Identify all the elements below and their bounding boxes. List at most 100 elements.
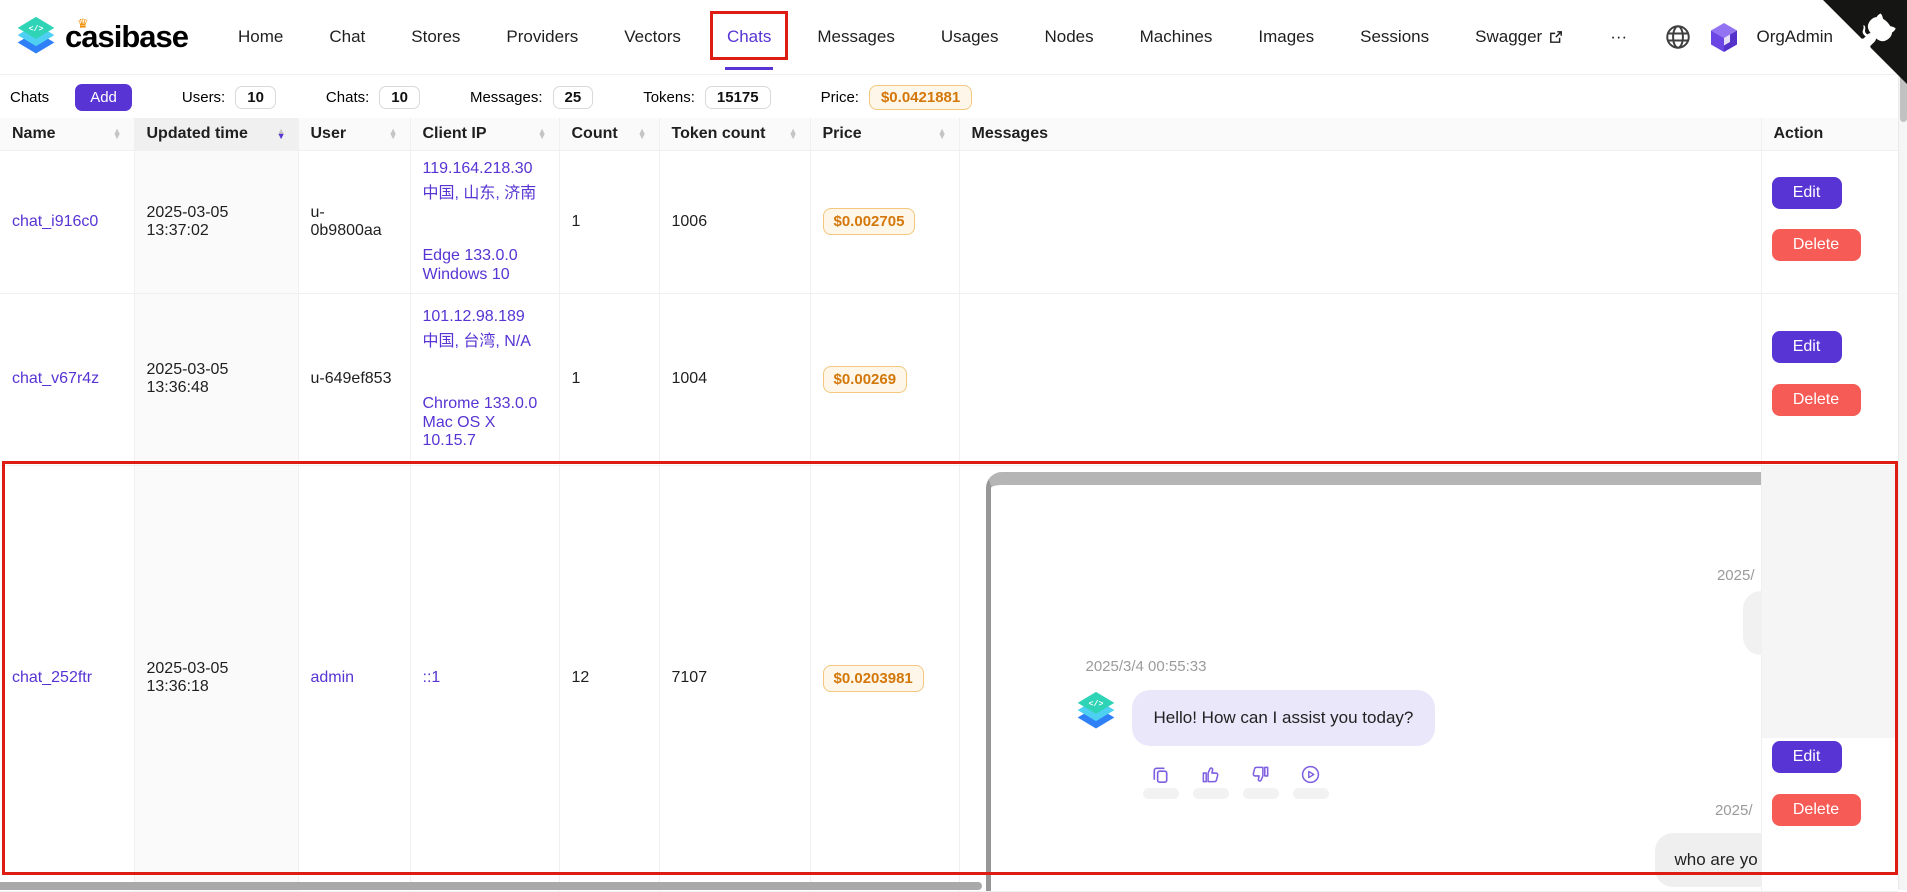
ip-location-link[interactable]: 中国, 台湾, N/A (423, 327, 547, 351)
column-header-token-count[interactable]: Token count▲▼ (659, 118, 810, 150)
stat-users-value: 10 (235, 86, 276, 109)
sort-icons[interactable]: ▲▼ (113, 129, 122, 139)
nav-menu: Home Chat Stores Providers Vectors Chats… (238, 27, 1627, 47)
ai-message-timestamp: 2025/3/4 00:55:33 (1086, 658, 1207, 675)
edit-button[interactable]: Edit (1772, 741, 1842, 773)
nav-item-sessions[interactable]: Sessions (1360, 27, 1429, 47)
delete-button[interactable]: Delete (1772, 229, 1861, 261)
edit-button[interactable]: Edit (1772, 177, 1842, 209)
stat-messages: Messages: 25 (470, 86, 593, 109)
column-header-count[interactable]: Count▲▼ (559, 118, 659, 150)
action-cell: Edit Delete (1761, 465, 1898, 891)
nav-item-providers[interactable]: Providers (506, 27, 578, 47)
edit-button[interactable]: Edit (1772, 331, 1842, 363)
browser-link[interactable]: Edge 133.0.0 (423, 247, 547, 265)
chat-timestamp-cropped: 2025/ (1715, 802, 1753, 819)
sort-icons[interactable]: ▲▼ (638, 129, 647, 139)
ip-location-link[interactable]: 中国, 山东, 济南 (423, 179, 547, 203)
table-row: chat_v67r4z 2025-03-05 13:36:48 u-649ef8… (0, 293, 1898, 465)
stat-users-label: Users: (182, 89, 225, 106)
ip-link[interactable]: ::1 (423, 669, 547, 687)
message-actions (1148, 764, 1324, 799)
nav-item-images[interactable]: Images (1258, 27, 1314, 47)
count-cell: 1 (559, 150, 659, 293)
client-ip-cell: 101.12.98.189 中国, 台湾, N/A Chrome 133.0.0… (410, 293, 559, 465)
ai-message-bubble: Hello! How can I assist you today? (1132, 690, 1436, 746)
language-globe-button[interactable] (1664, 23, 1692, 51)
sort-icons[interactable]: ▲▼ (538, 129, 547, 139)
chat-name-link[interactable]: chat_i916c0 (12, 213, 98, 230)
updated-time-cell: 2025-03-05 13:36:48 (134, 293, 298, 465)
nav-item-stores[interactable]: Stores (411, 27, 460, 47)
column-header-user[interactable]: User▲▼ (298, 118, 410, 150)
nav-item-chats-label: Chats (727, 27, 771, 47)
messages-cell-chat-preview: 2025/ 2025/3/4 00:55:33 </> Hello! How c… (959, 465, 1761, 891)
column-header-client-ip[interactable]: Client IP▲▼ (410, 118, 559, 150)
user-link[interactable]: admin (311, 669, 355, 686)
sort-icons[interactable]: ▲▼ (938, 129, 947, 139)
os-link[interactable]: Windows 10 (423, 266, 547, 284)
chat-name-link[interactable]: chat_252ftr (12, 669, 92, 686)
ip-link[interactable]: 101.12.98.189 (423, 308, 547, 326)
action-pill (1293, 788, 1329, 799)
nav-item-chats[interactable]: Chats (727, 27, 771, 47)
stat-messages-value: 25 (553, 86, 594, 109)
sort-icons[interactable]: ▲▼ (389, 129, 398, 139)
price-badge: $0.0203981 (823, 665, 924, 692)
browser-link[interactable]: Chrome 133.0.0 (423, 395, 547, 413)
username-label[interactable]: OrgAdmin (1756, 27, 1833, 47)
table-row-highlighted: chat_252ftr 2025-03-05 13:36:18 admin ::… (0, 465, 1898, 891)
dislike-button[interactable] (1248, 764, 1274, 799)
action-cell: Edit Delete (1761, 293, 1898, 465)
read-aloud-button[interactable] (1298, 764, 1324, 799)
table-row: chat_i916c0 2025-03-05 13:37:02 u- 0b980… (0, 150, 1898, 293)
ip-link[interactable]: 119.164.218.30 (423, 160, 547, 178)
spacer (423, 352, 547, 394)
svg-text:</>: </> (1088, 699, 1103, 709)
updated-time-cell: 2025-03-05 13:37:02 (134, 150, 298, 293)
nav-item-vectors[interactable]: Vectors (624, 27, 681, 47)
horizontal-scrollbar-thumb[interactable] (0, 882, 982, 890)
like-button[interactable] (1198, 764, 1224, 799)
sort-icons-active[interactable]: ▲▼ (277, 129, 286, 139)
nav-item-messages[interactable]: Messages (817, 27, 894, 47)
nav-item-usages[interactable]: Usages (941, 27, 999, 47)
messages-cell (959, 150, 1761, 293)
active-tab-indicator (725, 67, 773, 70)
user-cell: u- 0b9800aa (311, 204, 382, 239)
thumbs-down-icon (1250, 764, 1271, 785)
delete-button[interactable]: Delete (1772, 794, 1861, 826)
chats-table: Name▲▼ Updated time▲▼ User▲▼ Client IP▲▼… (0, 118, 1898, 892)
spacer (423, 204, 547, 246)
copy-button[interactable] (1148, 764, 1174, 799)
nav-item-nodes[interactable]: Nodes (1044, 27, 1093, 47)
nav-item-swagger[interactable]: Swagger (1475, 27, 1564, 47)
ai-avatar-casibase-icon: </> (1074, 690, 1118, 734)
nav-item-machines[interactable]: Machines (1140, 27, 1213, 47)
nav-item-chat[interactable]: Chat (329, 27, 365, 47)
stat-chats-label: Chats: (326, 89, 369, 106)
chat-name-link[interactable]: chat_v67r4z (12, 370, 99, 387)
vertical-scrollbar[interactable] (1898, 0, 1907, 890)
thumbs-up-icon (1200, 764, 1221, 785)
caret-down-icon: ▼ (938, 134, 947, 139)
stat-price-value: $0.0421881 (869, 85, 972, 110)
column-header-name[interactable]: Name▲▼ (0, 118, 134, 150)
swagger-label: Swagger (1475, 27, 1542, 47)
count-cell: 12 (559, 465, 659, 891)
brand-logo[interactable]: </> casibase ♛ (14, 15, 188, 59)
column-header-updated-time[interactable]: Updated time▲▼ (134, 118, 298, 150)
nav-item-more[interactable]: ··· (1610, 27, 1627, 47)
org-avatar[interactable] (1708, 21, 1740, 53)
os-link[interactable]: Mac OS X 10.15.7 (423, 414, 547, 450)
add-button[interactable]: Add (75, 84, 132, 111)
nav-item-home[interactable]: Home (238, 27, 283, 47)
github-corner-icon[interactable] (1823, 0, 1907, 84)
casibase-logo-icon: </> (14, 15, 58, 59)
token-count-cell: 7107 (659, 465, 810, 891)
delete-button[interactable]: Delete (1772, 384, 1861, 416)
caret-down-icon: ▼ (638, 134, 647, 139)
stat-tokens-label: Tokens: (643, 89, 695, 106)
sort-icons[interactable]: ▲▼ (789, 129, 798, 139)
column-header-price[interactable]: Price▲▼ (810, 118, 959, 150)
